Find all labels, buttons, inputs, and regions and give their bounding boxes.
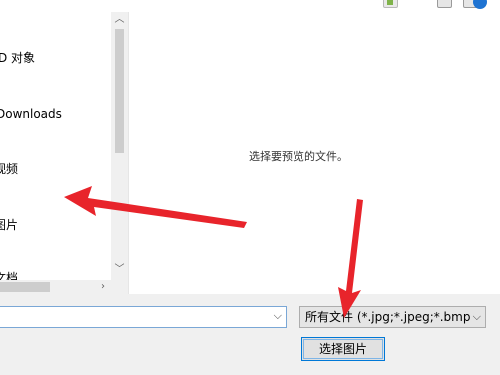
select-image-button-label: 选择图片: [318, 342, 367, 356]
chevron-down-icon[interactable]: ⌵: [274, 309, 282, 323]
nav-vertical-scrollbar[interactable]: ︿ ﹀: [111, 12, 128, 280]
scrollbar-thumb[interactable]: [0, 282, 50, 292]
chevron-down-icon[interactable]: ﹀: [111, 262, 128, 278]
nav-item-label: Downloads: [0, 107, 62, 121]
filetype-selected-value: 所有文件 (*.jpg;*.jpeg;*.bmp;*: [305, 310, 481, 324]
nav-horizontal-scrollbar[interactable]: ›: [0, 280, 111, 294]
navigation-pane: D 对象 Downloads 视频 图片 文档: [0, 12, 111, 285]
filename-input[interactable]: [3, 309, 272, 327]
filetype-select[interactable]: 所有文件 (*.jpg;*.jpeg;*.bmp;* ⌵: [299, 306, 486, 328]
chevron-down-icon[interactable]: ⌵: [470, 307, 481, 327]
help-icon[interactable]: [473, 0, 487, 9]
chevron-up-icon[interactable]: ︿: [111, 12, 128, 28]
chevron-right-icon[interactable]: ›: [96, 280, 110, 294]
nav-item-downloads[interactable]: Downloads: [0, 104, 62, 124]
nav-item-label: 图片: [0, 218, 19, 232]
view-icon[interactable]: [437, 0, 452, 8]
preview-pane: 选择要预览的文件。: [128, 12, 500, 294]
nav-item-pictures[interactable]: 图片: [0, 215, 18, 235]
select-image-button[interactable]: 选择图片: [301, 337, 385, 361]
nav-item-label: 视频: [0, 162, 19, 176]
preview-message: 选择要预览的文件。: [249, 150, 348, 163]
nav-item-3d-objects[interactable]: D 对象: [0, 48, 35, 68]
file-icon[interactable]: [383, 0, 398, 8]
nav-item-videos[interactable]: 视频: [0, 159, 18, 179]
scrollbar-thumb[interactable]: [115, 29, 124, 153]
nav-item-label: D 对象: [0, 51, 36, 65]
filename-combobox[interactable]: ⌵: [0, 306, 287, 328]
scrollbar-corner: [111, 280, 128, 294]
